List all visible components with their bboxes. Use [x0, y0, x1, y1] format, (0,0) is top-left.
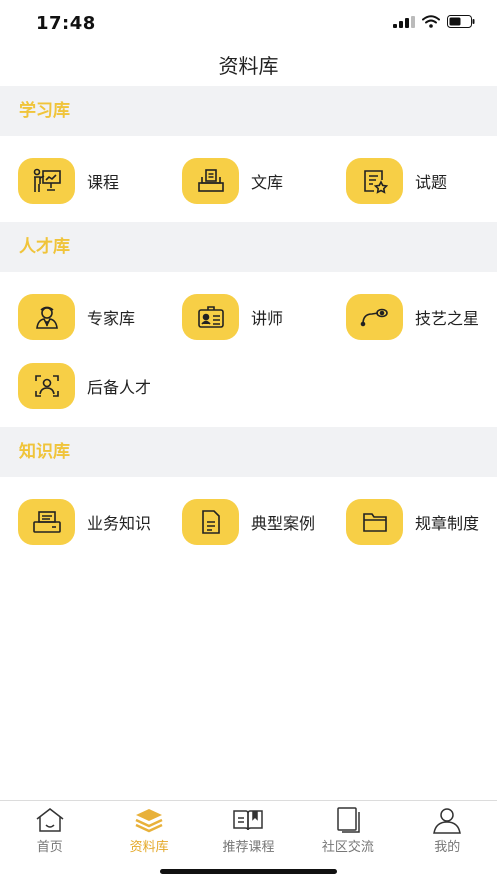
item-label: 业务知识: [87, 514, 152, 533]
status-icons: [393, 15, 475, 28]
grid-row: 专家库 讲师 技艺之星: [0, 293, 497, 341]
item-library[interactable]: 文库: [164, 157, 328, 205]
section-body-talent: 专家库 讲师 技艺之星 后备人才: [0, 272, 497, 427]
item-skill-star[interactable]: 技艺之星: [328, 293, 492, 341]
grid-row: 业务知识 典型案例 规章制度: [0, 498, 497, 546]
tab-label: 首页: [36, 840, 63, 855]
teacher-icon: [18, 158, 75, 204]
item-label: 文库: [251, 173, 284, 192]
tab-label: 社区交流: [321, 840, 374, 855]
file-icon: [182, 499, 239, 545]
item-label: 规章制度: [415, 514, 480, 533]
item-expert[interactable]: 专家库: [0, 293, 164, 341]
tab-label: 我的: [434, 840, 461, 855]
wifi-icon: [422, 15, 440, 28]
user-icon: [431, 806, 463, 834]
book-icon: [232, 806, 264, 834]
notebook-icon: [332, 806, 364, 834]
item-course[interactable]: 课程: [0, 157, 164, 205]
section-header-study: 学习库: [0, 86, 497, 136]
layers-icon: [133, 806, 165, 834]
item-business-knowledge[interactable]: 业务知识: [0, 498, 164, 546]
expert-icon: [18, 294, 75, 340]
library-content: 学习库 课程 文库 试题 人才库 专家库 讲师 技艺之星 后备人才 知识库 业务…: [0, 86, 497, 563]
item-label: 后备人才: [87, 378, 152, 397]
page-title: 资料库: [218, 54, 279, 78]
tool-icon: [346, 294, 403, 340]
item-label: 讲师: [251, 309, 284, 328]
tab-label: 资料库: [129, 840, 169, 855]
printer-icon: [18, 499, 75, 545]
folder-icon: [346, 499, 403, 545]
tab-label: 推荐课程: [222, 840, 275, 855]
status-time: 17:48: [36, 13, 96, 34]
item-label: 专家库: [87, 309, 136, 328]
item-regulations[interactable]: 规章制度: [328, 498, 492, 546]
signal-icon: [393, 15, 415, 28]
section-body-study: 课程 文库 试题: [0, 136, 497, 222]
item-label: 技艺之星: [415, 309, 480, 328]
exam-icon: [346, 158, 403, 204]
section-header-talent: 人才库: [0, 222, 497, 272]
item-label: 典型案例: [251, 514, 316, 533]
tab-mine[interactable]: 我的: [398, 801, 497, 883]
item-typical-case[interactable]: 典型案例: [164, 498, 328, 546]
home-icon: [34, 806, 66, 834]
id-card-icon: [182, 294, 239, 340]
document-stack-icon: [182, 158, 239, 204]
section-header-knowledge: 知识库: [0, 427, 497, 477]
grid-row: 课程 文库 试题: [0, 157, 497, 205]
home-indicator: [160, 869, 337, 874]
section-body-knowledge: 业务知识 典型案例 规章制度: [0, 477, 497, 563]
item-lecturer[interactable]: 讲师: [164, 293, 328, 341]
tab-home[interactable]: 首页: [0, 801, 99, 883]
item-label: 试题: [415, 173, 448, 192]
item-reserve-talent[interactable]: 后备人才: [0, 362, 164, 410]
reserve-talent-icon: [18, 363, 75, 409]
item-label: 课程: [87, 173, 120, 192]
battery-icon: [447, 15, 475, 28]
grid-row: 后备人才: [0, 362, 497, 410]
status-bar: 17:48: [0, 0, 497, 46]
item-exam[interactable]: 试题: [328, 157, 492, 205]
